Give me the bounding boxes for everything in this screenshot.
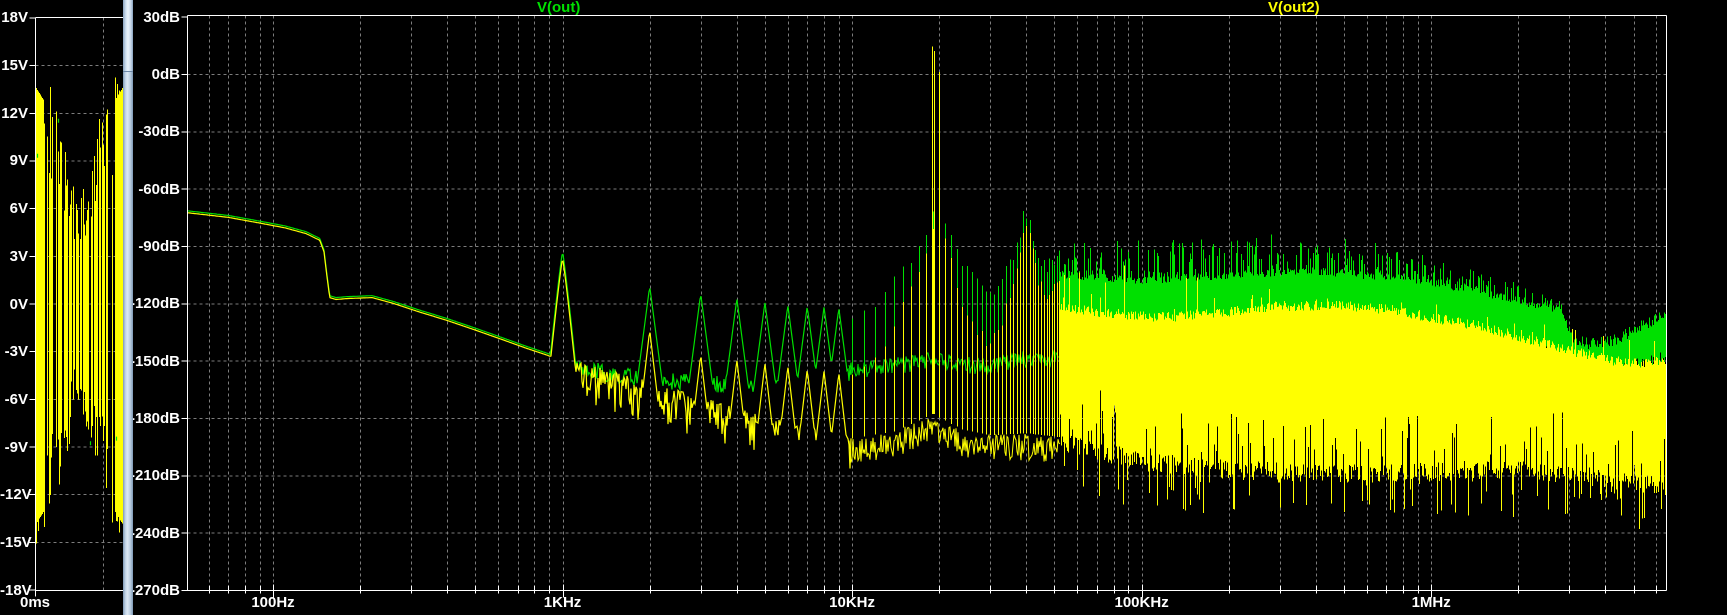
fft-y-tick-label: -60dB xyxy=(138,180,180,198)
fft-y-tick-label: 30dB xyxy=(143,8,180,26)
fft-y-tick-label: 0dB xyxy=(151,66,180,83)
time-pane-y-tick-label: -3V xyxy=(4,343,28,361)
time-pane-y-tick-label: 6V xyxy=(9,200,28,218)
plot-surface[interactable] xyxy=(0,0,1727,615)
time-pane-y-tick-label: 3V xyxy=(9,247,28,265)
scrollbar-thumb[interactable] xyxy=(123,0,133,72)
time-pane-y-tick-label: -15V xyxy=(0,533,32,551)
fft-x-tick-label: 1MHz xyxy=(1411,594,1451,611)
time-pane-y-tick-label: 15V xyxy=(1,57,28,75)
fft-x-tick-label: 100Hz xyxy=(251,594,295,611)
fft-y-tick-label: -180dB xyxy=(129,409,180,427)
fft-y-tick-label: -270dB xyxy=(129,581,180,599)
fft-y-tick-label: -120dB xyxy=(129,295,180,313)
fft-y-tick-label: -240dB xyxy=(129,524,180,542)
time-pane-y-tick-label: 0V xyxy=(9,295,28,313)
time-pane-y-tick-label: -9V xyxy=(4,438,28,456)
fft-x-tick-label: 100KHz xyxy=(1114,594,1169,611)
time-pane-y-tick-label: 12V xyxy=(1,104,28,122)
trace-label-vout[interactable]: V(out) xyxy=(537,0,580,15)
fft-x-tick-label: 1KHz xyxy=(543,594,582,611)
trace-label-vout2[interactable]: V(out2) xyxy=(1268,0,1320,15)
fft-y-tick-label: -210dB xyxy=(129,467,180,485)
fft-y-tick-label: -150dB xyxy=(129,352,180,370)
time-pane-y-tick-label: -12V xyxy=(0,486,32,504)
time-pane-y-tick-label: -6V xyxy=(4,390,28,408)
pane-divider-scrollbar[interactable] xyxy=(123,0,133,615)
time-pane-x-tick-label: 0ms xyxy=(19,594,51,611)
fft-y-tick-label: -30dB xyxy=(138,123,180,141)
time-pane-y-tick-label: 9V xyxy=(9,152,28,170)
ltspice-waveform-window: 18V 15V 12V 9V 6V 3V 0V -3V -6V -9V -12V -15V -18V 0m… xyxy=(0,0,1727,615)
fft-x-tick-label: 10KHz xyxy=(829,594,875,611)
fft-y-tick-label: -90dB xyxy=(138,237,180,255)
time-pane-y-tick-label: 18V xyxy=(1,9,28,27)
